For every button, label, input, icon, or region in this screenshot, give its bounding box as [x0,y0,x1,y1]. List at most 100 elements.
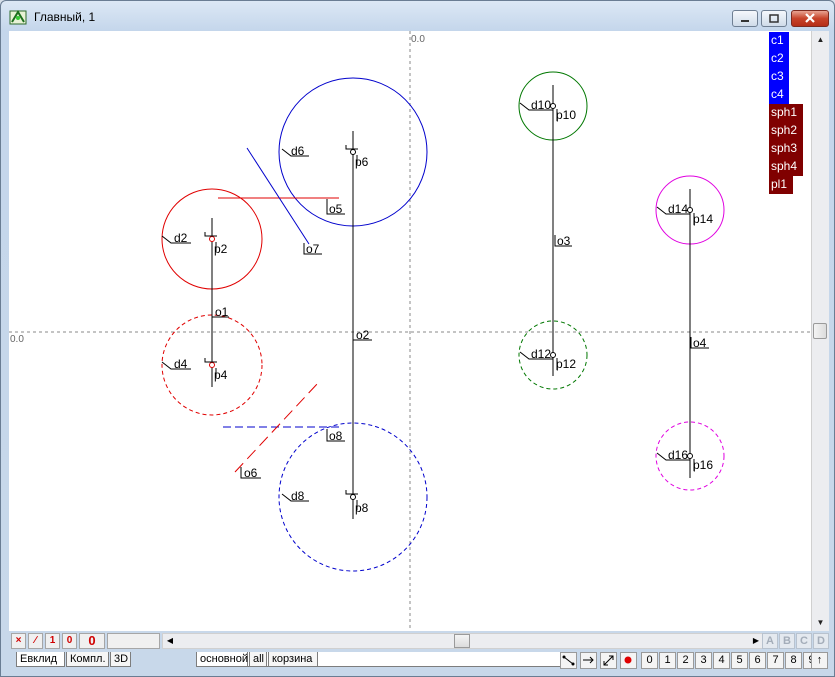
label-d8: d8 [291,489,305,503]
label-d2: d2 [174,231,188,245]
resize-tool-button[interactable] [600,652,617,669]
minimize-icon [741,20,749,22]
num-button-5[interactable]: 5 [731,652,748,669]
label-d4: d4 [174,357,188,371]
horizontal-scroll-thumb[interactable] [454,634,470,648]
record-button[interactable] [620,652,637,669]
legend-item-sph2[interactable]: sph2 [769,122,803,140]
point-p6[interactable] [350,149,356,155]
label-o6: o6 [244,466,258,480]
label-p16: p16 [693,458,713,472]
close-button[interactable] [791,10,829,27]
label-o7: o7 [306,242,320,256]
num-button-3[interactable]: 3 [695,652,712,669]
label-o5: o5 [329,202,343,216]
tab-3d[interactable]: 3D [110,652,131,667]
point-p8[interactable] [350,494,356,500]
points[interactable] [209,103,693,500]
num-button-0[interactable]: 0 [641,652,658,669]
minimize-button[interactable] [732,10,758,27]
error-count-status: 0 [79,633,105,649]
close-icon [805,13,815,23]
leader-ticks [161,102,709,510]
point-p14[interactable] [687,207,693,213]
restore-icon [769,14,779,23]
layer-button-a[interactable]: A [762,633,778,649]
window-title: Главный, 1 [34,10,96,24]
point-p2[interactable] [209,236,215,242]
label-o8: o8 [329,429,343,443]
legend-item-sph4[interactable]: sph4 [769,158,803,176]
label-p12: p12 [556,357,576,371]
label-o4: o4 [693,336,707,350]
arrow-tool-button[interactable] [580,652,597,669]
segment-status-button[interactable]: ∕ [28,633,43,649]
origin-x-label: 0.0 [411,34,425,45]
arrow-right-icon [583,656,594,664]
tab-main-layer[interactable]: основной [196,652,248,667]
point-p16[interactable] [687,453,693,459]
tab-trash[interactable]: корзина [268,652,318,667]
label-d6: d6 [291,144,305,158]
label-d12: d12 [531,347,551,361]
tab-all-layers[interactable]: all [249,652,267,667]
count-one-status[interactable]: 1 [45,633,60,649]
point-p12[interactable] [550,352,556,358]
drawing-canvas[interactable]: 0.0 0.0 p2 p4 p6 p8 p10 p12 p14 p16 d2 d… [9,31,811,631]
status-row: × ∕ 1 0 0 ◀ ▶ A B C D [9,632,829,650]
num-button-4[interactable]: 4 [713,652,730,669]
num-button-2[interactable]: 2 [677,652,694,669]
label-p4: p4 [214,368,228,382]
vertical-scrollbar[interactable]: ▲ ▼ [811,31,829,631]
horizontal-scrollbar[interactable]: ◀ ▶ [162,633,764,649]
tabs-row: Евклид Компл. 3D основной all корзина 0 … [9,650,829,670]
legend-item-c4[interactable]: c4 [769,86,789,104]
label-o2: o2 [356,328,370,342]
num-button-7[interactable]: 7 [767,652,784,669]
label-p2: p2 [214,242,228,256]
delete-status-button[interactable]: × [11,633,26,649]
legend-item-pl1[interactable]: pl1 [769,176,793,194]
layer-tab-strip: основной all корзина [196,652,566,667]
geometry-drawing[interactable]: 0.0 0.0 p2 p4 p6 p8 p10 p12 p14 p16 d2 d… [9,31,811,631]
num-button-6[interactable]: 6 [749,652,766,669]
point-p10[interactable] [550,103,556,109]
status-field [107,633,160,649]
legend-item-sph1[interactable]: sph1 [769,104,803,122]
legend-item-sph3[interactable]: sph3 [769,140,803,158]
title-bar[interactable]: Главный, 1 [1,1,834,31]
tab-euclid[interactable]: Евклид [16,652,65,667]
num-button-8[interactable]: 8 [785,652,802,669]
point-p4[interactable] [209,362,215,368]
line-o7[interactable] [246,147,310,245]
legend-item-c1[interactable]: c1 [769,32,789,50]
origin-y-label: 0.0 [10,334,24,345]
maximize-button[interactable] [761,10,787,27]
up-arrow-button[interactable]: ↑ [811,652,828,669]
scroll-right-icon[interactable]: ▶ [749,634,763,648]
tab-complex[interactable]: Компл. [66,652,109,667]
label-p6: p6 [355,155,369,169]
diagonal-arrow-icon [603,655,614,666]
label-o3: o3 [557,234,571,248]
connect-tool-button[interactable] [560,652,577,669]
layer-button-d[interactable]: D [813,633,829,649]
scroll-down-icon[interactable]: ▼ [812,614,829,631]
main-window: Главный, 1 0.0 0.0 p2 p4 p6 p8 p10 p12 p… [0,0,835,677]
layer-button-c[interactable]: C [796,633,812,649]
vertical-scroll-thumb[interactable] [813,323,827,339]
app-icon [9,10,27,25]
record-icon [624,656,632,664]
num-button-1[interactable]: 1 [659,652,676,669]
label-d14: d14 [668,202,688,216]
layer-button-b[interactable]: B [779,633,795,649]
scroll-left-icon[interactable]: ◀ [163,634,177,648]
legend-item-c2[interactable]: c2 [769,50,789,68]
connect-icon [562,655,575,666]
label-p8: p8 [355,501,369,515]
label-p10: p10 [556,108,576,122]
count-zero-status[interactable]: 0 [62,633,77,649]
legend-item-c3[interactable]: c3 [769,68,789,86]
label-p14: p14 [693,212,713,226]
scroll-up-icon[interactable]: ▲ [812,31,829,48]
